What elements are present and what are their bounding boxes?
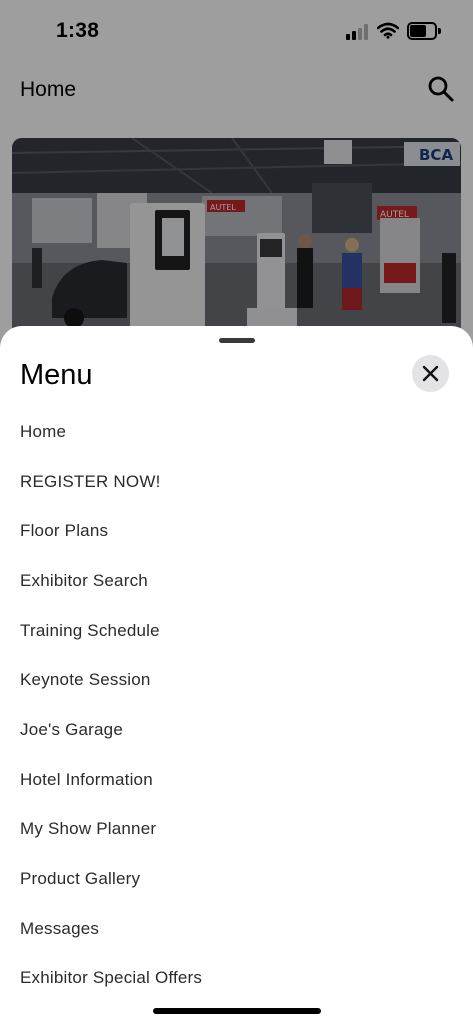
menu-item-training-schedule[interactable]: Training Schedule xyxy=(0,606,473,656)
menu-item-product-gallery[interactable]: Product Gallery xyxy=(0,854,473,904)
menu-item-label: Product Gallery xyxy=(20,869,141,889)
menu-title: Menu xyxy=(20,359,93,391)
menu-list: Home REGISTER NOW! Floor Plans Exhibitor… xyxy=(0,407,473,1003)
menu-item-label: Training Schedule xyxy=(20,620,160,640)
menu-item-my-show-planner[interactable]: My Show Planner xyxy=(0,805,473,855)
close-icon xyxy=(422,365,439,382)
menu-item-label: REGISTER NOW! xyxy=(20,471,161,491)
menu-item-joes-garage[interactable]: Joe's Garage xyxy=(0,705,473,755)
menu-item-floor-plans[interactable]: Floor Plans xyxy=(0,506,473,556)
menu-item-label: Joe's Garage xyxy=(20,719,123,739)
menu-sheet: Menu Home REGISTER NOW! Floor Plans Exhi… xyxy=(0,326,473,1024)
menu-item-label: Exhibitor Special Offers xyxy=(20,968,203,988)
close-button[interactable] xyxy=(412,355,449,392)
menu-item-exhibitor-search[interactable]: Exhibitor Search xyxy=(0,556,473,606)
menu-item-exhibitor-special-offers[interactable]: Exhibitor Special Offers xyxy=(0,954,473,1004)
app-screen: 1:38 Home BCA AUTEL AUTEL Menu Home REGI… xyxy=(0,0,473,1024)
menu-item-messages[interactable]: Messages xyxy=(0,904,473,954)
sheet-grabber[interactable] xyxy=(219,338,255,343)
menu-item-keynote-session[interactable]: Keynote Session xyxy=(0,655,473,705)
menu-item-label: Keynote Session xyxy=(20,670,151,690)
menu-item-hotel-information[interactable]: Hotel Information xyxy=(0,755,473,805)
home-indicator[interactable] xyxy=(153,1008,321,1014)
menu-item-label: Home xyxy=(20,421,67,441)
menu-item-label: My Show Planner xyxy=(20,819,157,839)
menu-item-label: Hotel Information xyxy=(20,769,153,789)
menu-item-label: Exhibitor Search xyxy=(20,570,148,590)
menu-item-home[interactable]: Home xyxy=(0,407,473,457)
menu-item-label: Messages xyxy=(20,918,100,938)
menu-item-label: Floor Plans xyxy=(20,521,109,541)
menu-item-register-now[interactable]: REGISTER NOW! xyxy=(0,457,473,507)
